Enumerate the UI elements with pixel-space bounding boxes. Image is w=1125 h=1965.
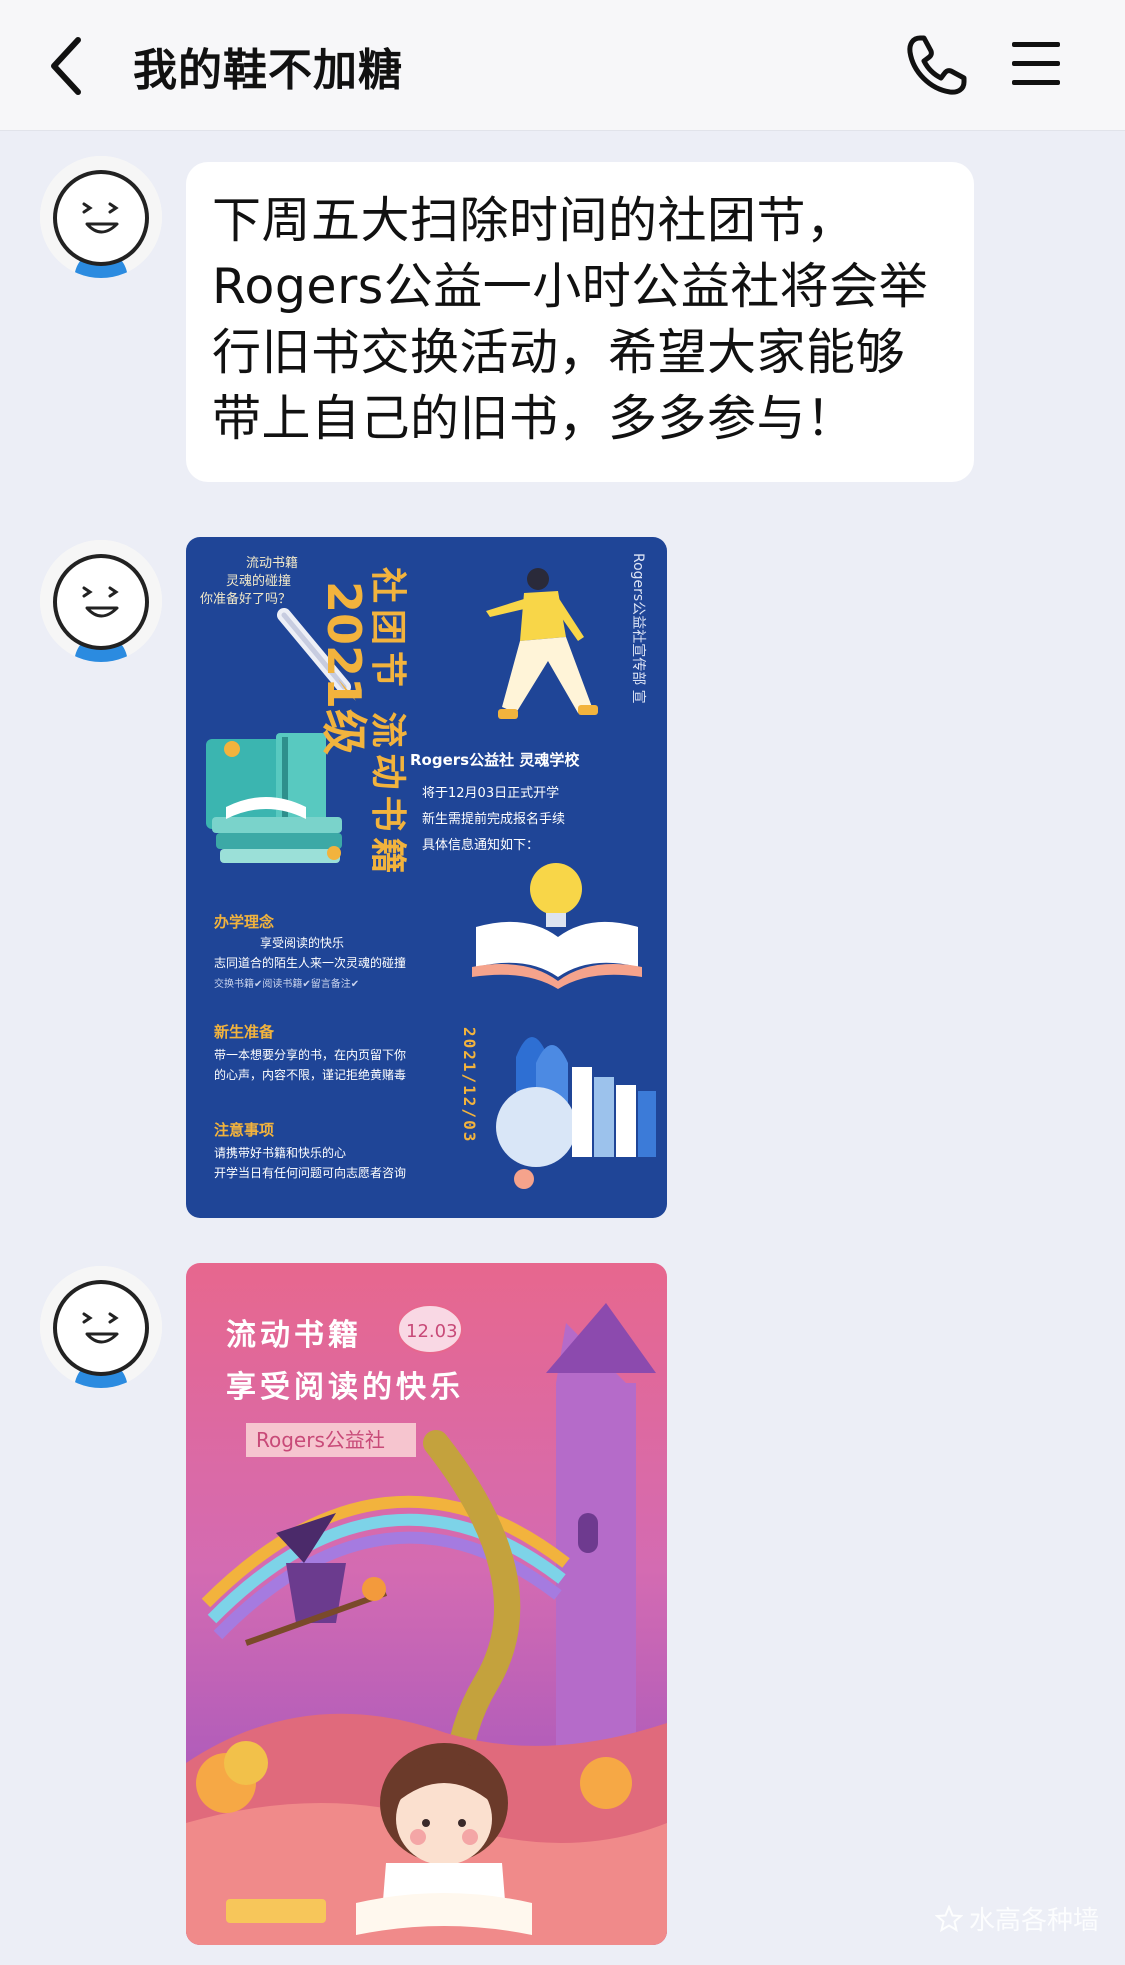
- poster-section1-line2: 志同道合的陌生人来一次灵魂的碰撞: [214, 955, 406, 970]
- image-message-club-poster[interactable]: 2021/12/03 Rogers公益社宣传部 宣 2021级 流动书籍 灵魂的…: [186, 537, 667, 1218]
- menu-button[interactable]: [1008, 36, 1064, 92]
- message-bubble[interactable]: 下周五大扫除时间的社团节，Rogers公益一小时公益社将会举行旧书交换活动，希望…: [186, 162, 974, 482]
- poster-section1-title: 办学理念: [214, 913, 274, 931]
- poster-section1-line1: 享受阅读的快乐: [260, 935, 344, 950]
- chevron-left-icon: [51, 37, 81, 95]
- poster-section2-line1: 带一本想要分享的书，在内页留下你: [214, 1047, 406, 1062]
- poster-section2-line2: 的心声，内容不限，谨记拒绝黄赌毒: [214, 1067, 406, 1082]
- poster-section1-line3: 交换书籍✔阅读书籍✔留言备注✔: [214, 977, 359, 990]
- image-message-reading-poster[interactable]: 流动书籍 12.03 享受阅读的快乐 Rogers公益社: [186, 1263, 667, 1945]
- poster-info-2: 新生需提前完成报名手续: [422, 811, 565, 827]
- poster-info-3: 具体信息通知如下：: [422, 837, 539, 853]
- poster-date-badge: 12.03: [406, 1321, 458, 1342]
- poster-slogan-3: 你准备好了吗？: [200, 591, 291, 607]
- poster-title: 社团节 流动书籍: [367, 567, 408, 880]
- chat-header: 我的鞋不加糖: [0, 0, 1125, 131]
- poster-org-line: Rogers公益社 灵魂学校: [410, 751, 580, 769]
- message-text: 下周五大扫除时间的社团节，Rogers公益一小时公益社将会举行旧书交换活动，希望…: [212, 192, 929, 447]
- poster-date-vertical: 2021/12/03: [460, 1027, 479, 1143]
- poster-section3-title: 注意事项: [214, 1121, 274, 1139]
- poster-section3-line1: 请携带好书籍和快乐的心: [214, 1145, 346, 1160]
- poster-side-note: Rogers公益社宣传部 宣: [630, 553, 646, 704]
- poster-info-1: 将于12月03日正式开学: [422, 785, 559, 801]
- back-button[interactable]: [38, 30, 102, 102]
- reading-joy-poster: 流动书籍 12.03 享受阅读的快乐 Rogers公益社: [186, 1263, 667, 1945]
- sender-avatar[interactable]: [40, 1266, 162, 1388]
- poster-section3-line2: 开学当日有任何问题可向志愿者咨询: [214, 1165, 406, 1180]
- poster-slogan-2: 灵魂的碰撞: [226, 573, 291, 589]
- poster-slogan-1: 流动书籍: [246, 555, 298, 571]
- sender-avatar[interactable]: [40, 156, 162, 278]
- watermark: 水高各种墙: [935, 1900, 1099, 1937]
- smiley-avatar-icon: [40, 540, 162, 662]
- club-festival-poster: 2021/12/03 Rogers公益社宣传部 宣 2021级 流动书籍 灵魂的…: [186, 537, 667, 1218]
- chat-title: 我的鞋不加糖: [133, 45, 403, 96]
- poster-line1: 流动书籍: [226, 1318, 362, 1353]
- phone-icon: [907, 35, 967, 95]
- star-logo-icon: [935, 1904, 963, 1932]
- poster-year-label: 2021级: [317, 581, 371, 755]
- smiley-avatar-icon: [40, 156, 162, 278]
- call-button[interactable]: [900, 30, 972, 102]
- smiley-avatar-icon: [40, 1266, 162, 1388]
- sender-avatar[interactable]: [40, 540, 162, 662]
- hamburger-menu-icon: [1012, 42, 1060, 85]
- watermark-text: 水高各种墙: [969, 1906, 1100, 1936]
- poster-section2-title: 新生准备: [214, 1023, 275, 1041]
- poster-line2: 享受阅读的快乐: [226, 1370, 464, 1405]
- poster-tag: Rogers公益社: [256, 1428, 385, 1452]
